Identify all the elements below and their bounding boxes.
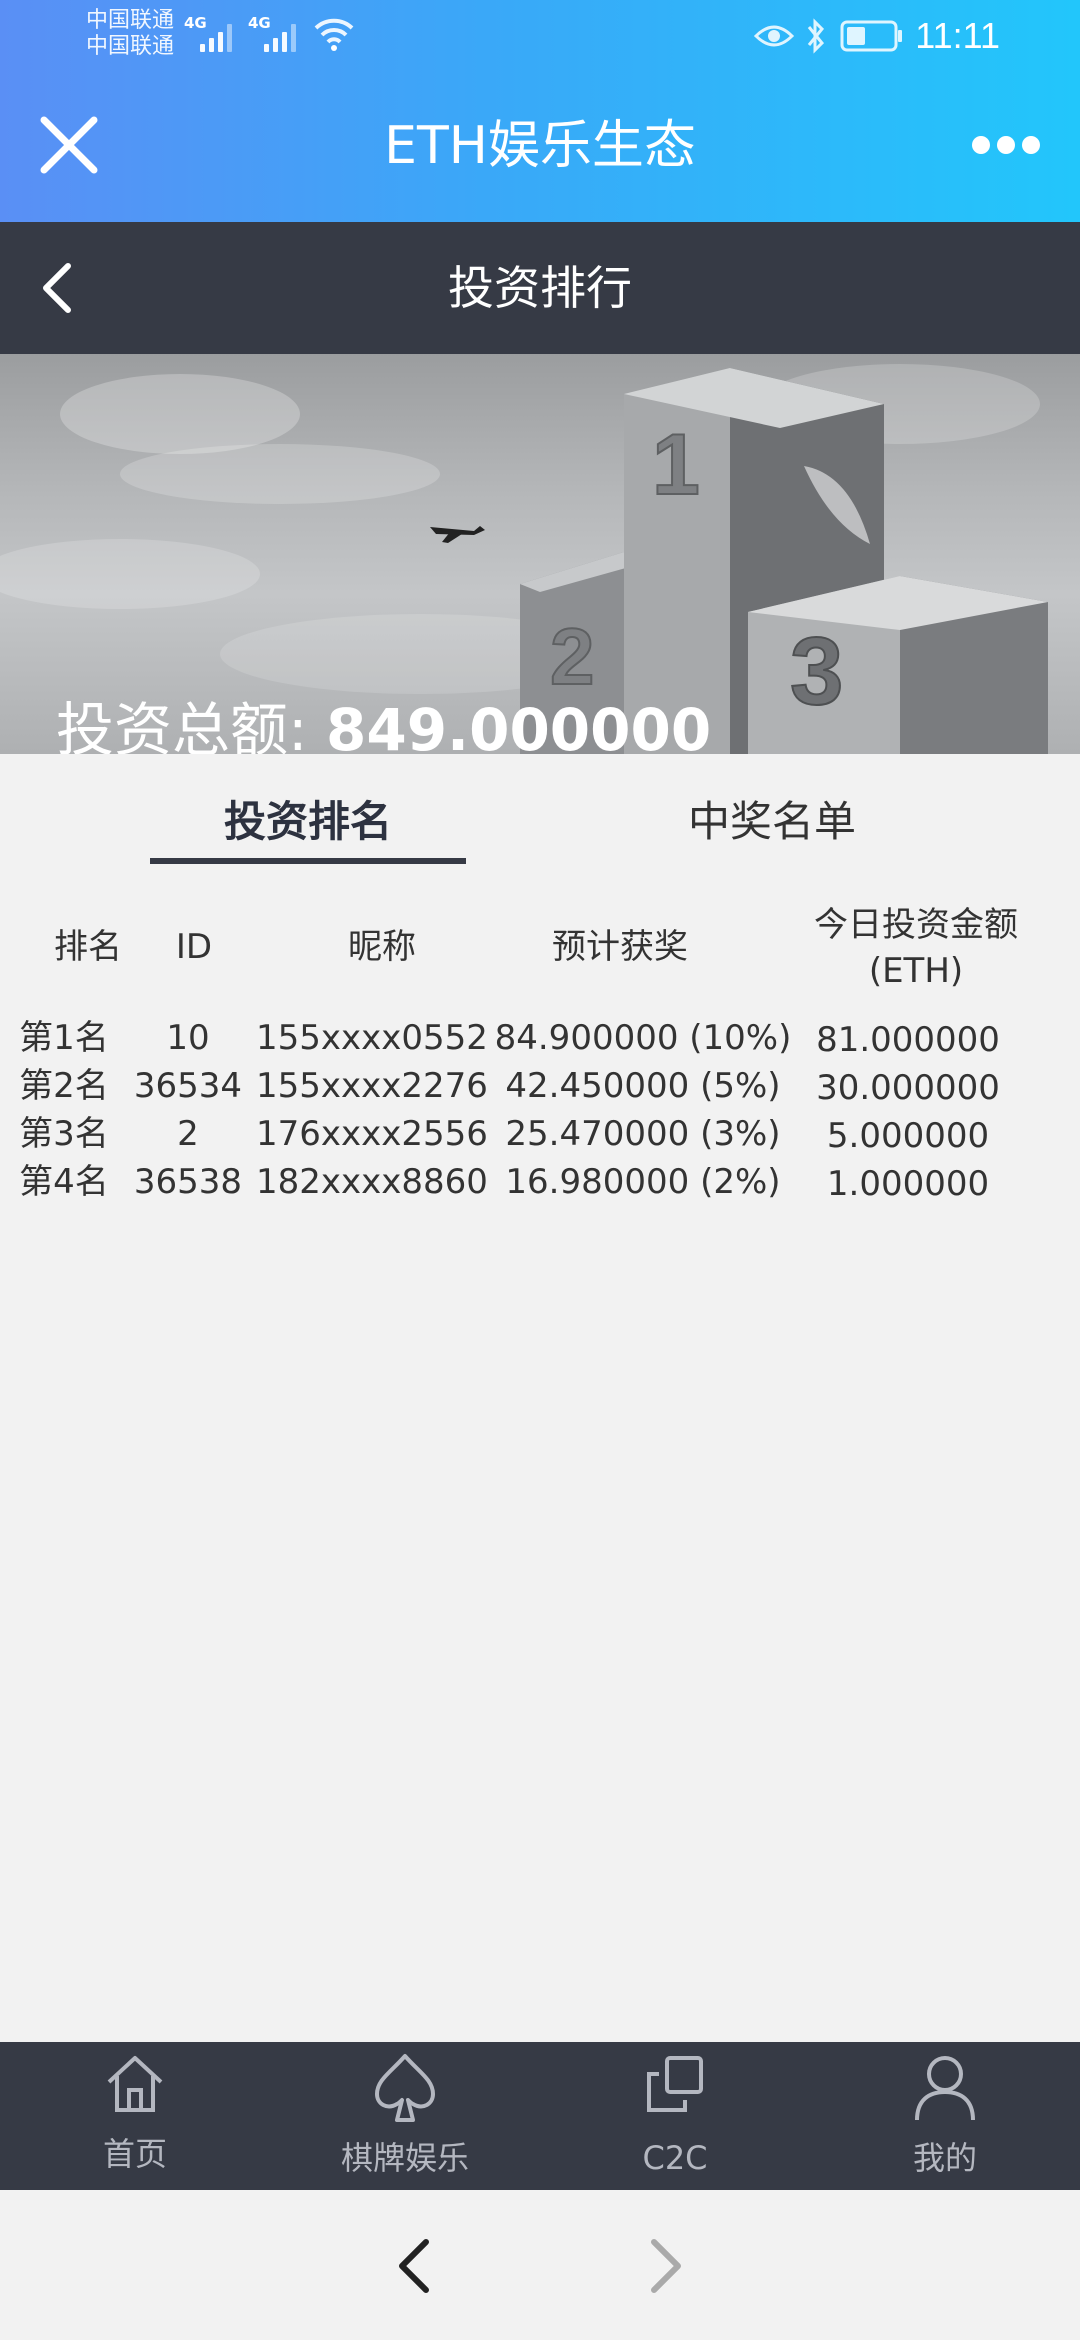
tab-investment-ranking[interactable]: 投资排名 [150, 792, 466, 852]
bottom-tab-c2c-label: C2C [642, 2139, 708, 2177]
signal-icon: 4G [184, 14, 232, 52]
eye-icon [754, 25, 794, 47]
user-icon [915, 2056, 975, 2121]
header-nickname: 昵称 [348, 927, 416, 967]
clock: 11:11 [915, 15, 1000, 56]
spade-icon [375, 2054, 435, 2122]
airplane-icon [430, 526, 485, 543]
cell-today-amount: 30.000000 [816, 1068, 1000, 1108]
total-investment-amount: 849.000000 [325, 696, 712, 754]
bottom-tab-profile[interactable]: 我的 [810, 2042, 1080, 2190]
cell-rank: 第1名 [19, 1018, 109, 1058]
cell-today-amount: 1.000000 [826, 1164, 990, 1204]
cell-rank: 第4名 [19, 1162, 109, 1202]
banner-image: 1 2 3 投资总额: 849.000000 [0, 354, 1080, 754]
cell-today-amount: 81.000000 [816, 1020, 1000, 1060]
cell-id: 2 [177, 1114, 199, 1154]
cell-id: 36538 [133, 1162, 243, 1202]
network-1-label: 4G [184, 14, 207, 32]
cell-today-amount: 5.000000 [826, 1116, 990, 1156]
bottom-tab-bar: 首页 棋牌娱乐 C2C 我的 [0, 2042, 1080, 2190]
wifi-icon [314, 18, 354, 51]
carrier-info: 中国联通 中国联通 [86, 8, 174, 60]
bluetooth-icon [807, 18, 825, 54]
system-navigation [0, 2190, 1080, 2340]
podium-number-2: 2 [550, 612, 595, 701]
network-2-label: 4G [248, 14, 271, 32]
header-id: ID [175, 927, 213, 967]
active-tab-indicator [150, 858, 466, 864]
signal-icon: 4G [248, 14, 296, 52]
cell-expected-prize: 16.980000 (2%) [505, 1162, 781, 1202]
podium-number-1: 1 [652, 417, 700, 513]
page-title: 投资排行 [448, 261, 632, 315]
header-today-amount: 今日投资金额 (ETH) [786, 902, 1046, 994]
header-today-amount-line1: 今日投资金额 [814, 905, 1018, 945]
carrier-1-label: 中国联通 [86, 8, 175, 33]
bottom-tab-games[interactable]: 棋牌娱乐 [270, 2042, 540, 2190]
cell-id: 36534 [133, 1066, 243, 1106]
cell-nickname: 176xxxx2556 [256, 1114, 488, 1154]
c2c-icon [647, 2056, 703, 2112]
tab-winners-list[interactable]: 中奖名单 [614, 792, 930, 852]
header-today-amount-line2: (ETH) [868, 951, 964, 991]
battery-icon [840, 20, 902, 52]
carrier-2-label: 中国联通 [86, 34, 175, 59]
ranking-tabs: 投资排名 中奖名单 [0, 754, 1080, 864]
table-row: 第4名 36538 182xxxx8860 16.980000 (2%) 1.00000… [0, 1158, 1080, 1206]
bottom-tab-games-label: 棋牌娱乐 [340, 2139, 469, 2177]
home-icon [107, 2056, 163, 2112]
status-bar: 中国联通 中国联通 4G 4G 11:11 [0, 0, 1080, 72]
cell-nickname: 182xxxx8860 [256, 1162, 488, 1202]
table-row: 第2名 36534 155xxxx2276 42.450000 (5%) 30.0000… [0, 1062, 1080, 1110]
total-investment: 投资总额: 849.000000 [56, 690, 711, 754]
bottom-tab-home-label: 首页 [102, 2135, 167, 2173]
total-investment-label: 投资总额: [56, 696, 326, 754]
app-header: ETH娱乐生态 [0, 72, 1080, 222]
cell-rank: 第3名 [19, 1114, 109, 1154]
bottom-tab-profile-label: 我的 [912, 2139, 977, 2177]
more-icon[interactable] [972, 134, 1040, 156]
header-expected-prize: 预计获奖 [552, 927, 688, 967]
table-row: 第3名 2 176xxxx2556 25.470000 (3%) 5.000000 [0, 1110, 1080, 1158]
cell-expected-prize: 25.470000 (3%) [505, 1114, 781, 1154]
app-title: ETH娱乐生态 [384, 116, 696, 176]
bottom-tab-c2c[interactable]: C2C [540, 2042, 810, 2190]
cell-id: 10 [166, 1018, 210, 1058]
bottom-tab-home[interactable]: 首页 [0, 2042, 270, 2190]
forward-arrow-icon[interactable] [634, 2236, 694, 2296]
back-arrow-icon[interactable] [386, 2236, 446, 2296]
cell-nickname: 155xxxx2276 [256, 1066, 488, 1106]
cell-expected-prize: 42.450000 (5%) [505, 1066, 781, 1106]
cell-rank: 第2名 [19, 1066, 109, 1106]
podium-number-3: 3 [790, 618, 843, 725]
cell-expected-prize: 84.900000 (10%) [494, 1018, 792, 1058]
nav-bar: 投资排行 [0, 222, 1080, 354]
table-row: 第1名 10 155xxxx0552 84.900000 (10%) 81.000000 [0, 1014, 1080, 1062]
cell-nickname: 155xxxx0552 [256, 1018, 488, 1058]
